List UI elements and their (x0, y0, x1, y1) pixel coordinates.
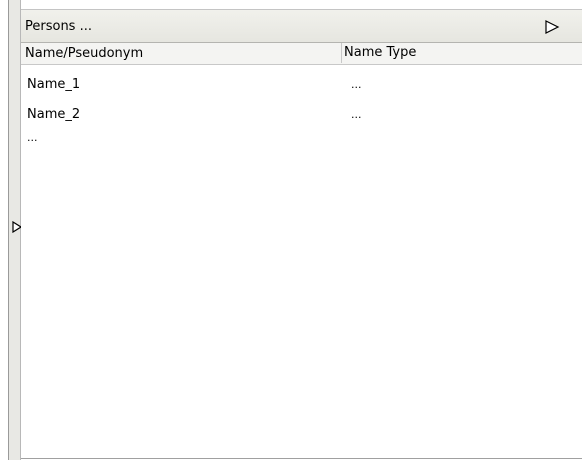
table-row[interactable]: Name_1 ... (21, 73, 582, 97)
expand-panel-button[interactable] (543, 18, 561, 36)
cell-name-type: ... (351, 78, 362, 91)
persons-window: Persons ... Name/Pseudonym Name Type Nam… (0, 0, 582, 460)
table-row[interactable]: Name_2 ... (21, 103, 582, 127)
persons-panel: Persons ... Name/Pseudonym Name Type Nam… (21, 9, 582, 459)
more-rows-indicator: ... (27, 131, 38, 144)
table-header: Name/Pseudonym Name Type (21, 43, 582, 65)
panel-title-bar: Persons ... (21, 9, 582, 43)
left-collapsed-panel (8, 0, 22, 460)
column-header-name[interactable]: Name/Pseudonym (25, 45, 143, 63)
triangle-right-icon (545, 20, 560, 34)
cell-name-type: ... (351, 108, 362, 121)
panel-title: Persons ... (25, 19, 92, 34)
cell-name: Name_1 (27, 77, 81, 92)
cell-name: Name_2 (27, 107, 81, 122)
column-header-name-type[interactable]: Name Type (341, 43, 416, 63)
